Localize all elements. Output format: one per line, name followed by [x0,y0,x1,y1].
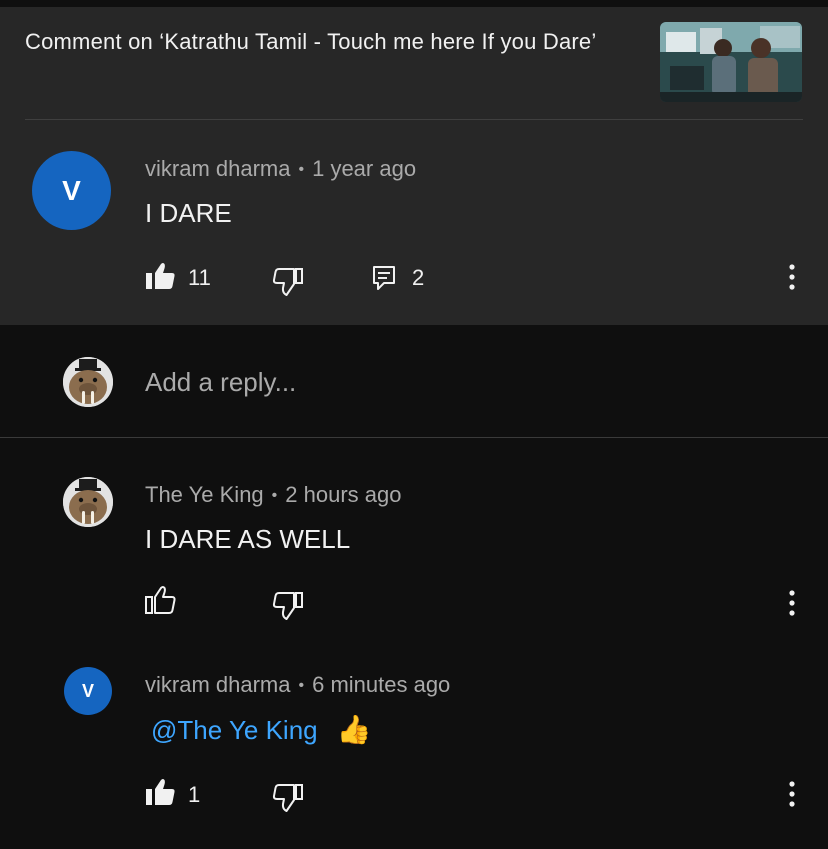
thumbs-up-emoji: 👍 [336,714,372,745]
separator: • [298,677,305,694]
walrus-avatar-icon [63,357,113,407]
thumbs-down-outline-icon [272,268,303,296]
like-button[interactable] [143,260,177,292]
add-reply-row [0,325,828,437]
avatar[interactable] [63,357,113,407]
dislike-button[interactable] [271,782,305,814]
like-button[interactable] [143,584,177,616]
author-name[interactable]: vikram dharma [145,672,290,697]
separator: • [298,161,305,178]
more-vertical-icon [789,590,795,616]
author-name[interactable]: The Ye King [145,482,264,507]
comment-text: @The Ye King 👍 [151,713,372,746]
comment-meta: vikram dharma • 6 minutes ago [145,672,450,698]
more-vertical-icon [789,781,795,807]
reply-button[interactable] [369,263,399,293]
reply-count: 2 [412,265,425,290]
comment-meta: vikram dharma • 1 year ago [145,156,416,182]
timestamp: 6 minutes ago [312,672,451,697]
author-name[interactable]: vikram dharma [145,156,290,181]
thumbs-up-outline-icon [145,586,176,614]
video-thumbnail-image [660,22,802,102]
walrus-avatar-icon [63,477,113,527]
page-title: Comment on ‘Katrathu Tamil - Touch me he… [25,29,597,54]
thumbs-up-filled-icon [146,263,175,289]
avatar[interactable] [63,477,113,527]
comment-text: I DARE [145,198,232,228]
avatar[interactable]: V [64,667,112,715]
thumbs-down-outline-icon [272,784,303,812]
dislike-button[interactable] [271,266,305,298]
top-strip [0,0,828,7]
video-thumbnail[interactable] [660,22,802,102]
comment-icon [373,266,395,290]
mention-link[interactable]: @The Ye King [151,715,318,745]
divider [25,119,803,120]
comment-text: I DARE AS WELL [145,524,351,554]
comment-meta: The Ye King • 2 hours ago [145,482,401,508]
thumbs-down-outline-icon [272,592,303,620]
like-count: 11 [188,265,211,290]
more-vertical-icon [789,264,795,290]
timestamp: 2 hours ago [285,482,402,507]
more-options-button[interactable] [780,589,804,617]
dislike-button[interactable] [271,590,305,622]
like-count: 1 [188,782,201,807]
timestamp: 1 year ago [312,156,417,181]
avatar[interactable]: V [32,151,111,230]
more-options-button[interactable] [780,780,804,808]
reply-input[interactable]: Add a reply... [145,367,296,398]
like-button[interactable] [143,776,177,808]
more-options-button[interactable] [780,263,804,291]
separator: • [271,487,278,504]
divider [0,437,828,438]
thumbs-up-filled-icon [146,779,175,805]
